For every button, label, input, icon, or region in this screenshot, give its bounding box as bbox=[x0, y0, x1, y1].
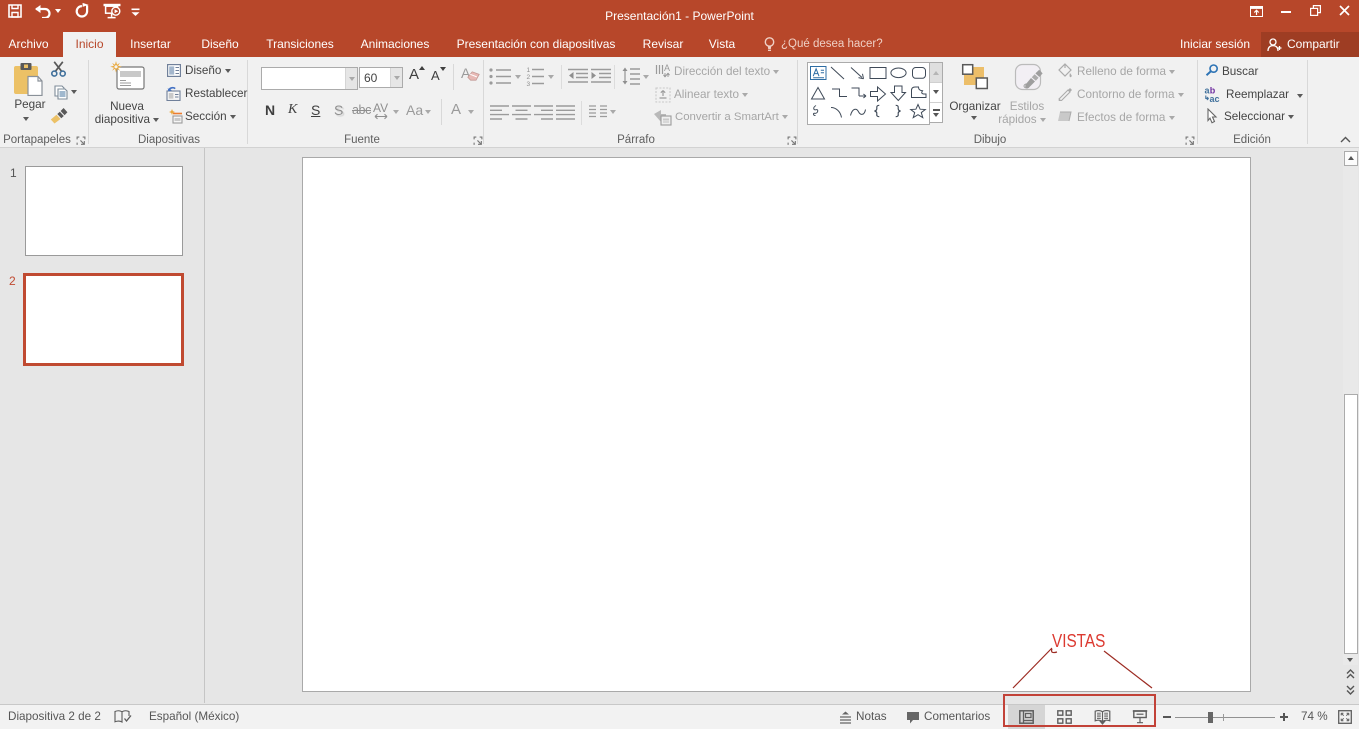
svg-text:1: 1 bbox=[527, 67, 531, 74]
svg-text:3: 3 bbox=[527, 81, 531, 86]
svg-text:A: A bbox=[664, 63, 670, 73]
svg-text:ac: ac bbox=[1210, 94, 1220, 103]
svg-text:2: 2 bbox=[527, 74, 531, 81]
